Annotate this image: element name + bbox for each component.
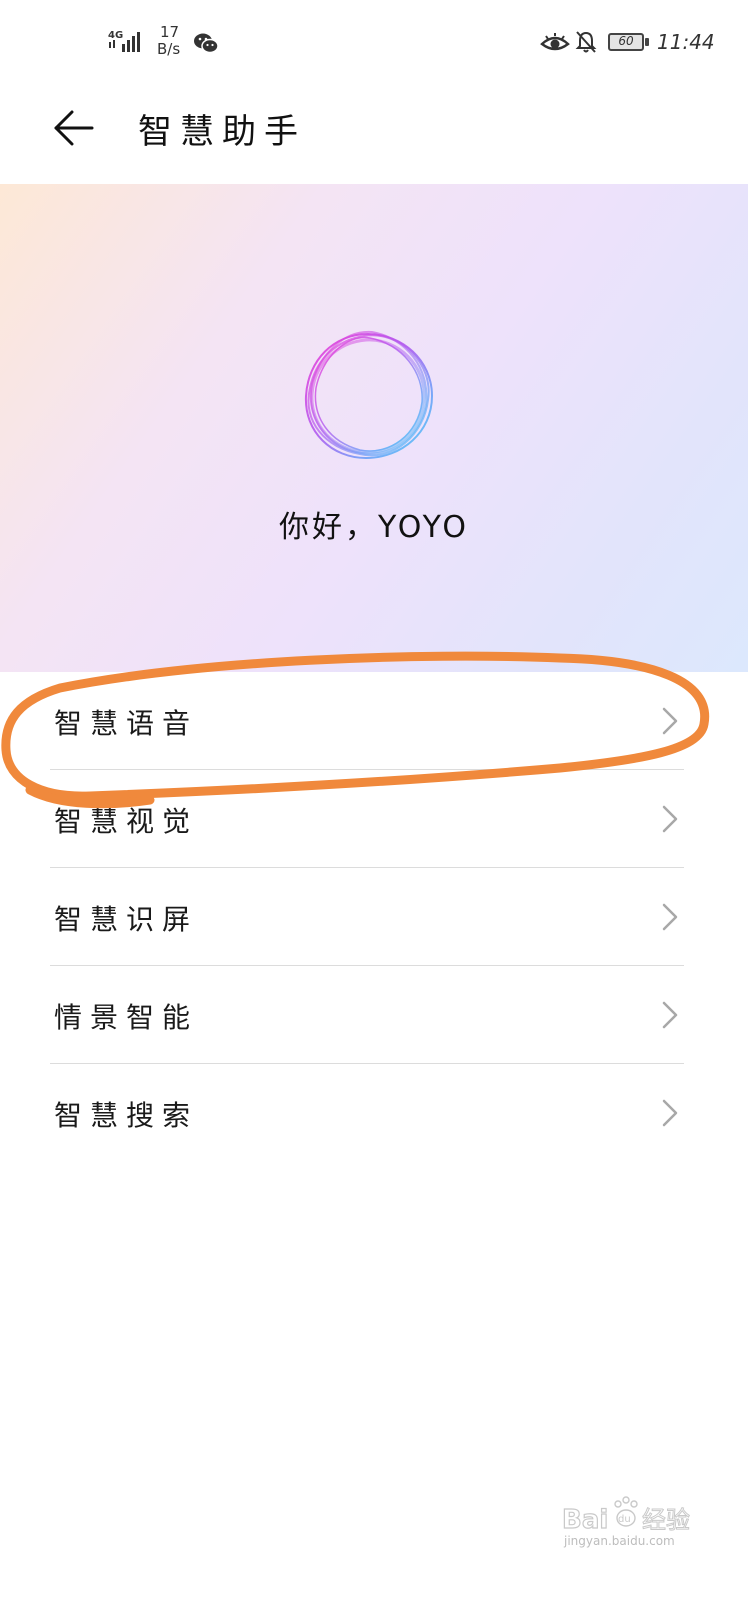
battery-icon: 60 xyxy=(608,33,652,53)
wechat-icon xyxy=(194,33,219,54)
menu-item-label: 智慧视觉 xyxy=(54,805,199,838)
chevron-right-icon xyxy=(662,1099,678,1127)
signal-icon: 4G xyxy=(108,30,140,52)
chevron-right-icon xyxy=(662,707,678,735)
bell-muted-icon xyxy=(575,31,597,53)
menu-item-smart-screen-recognition[interactable]: 智慧识屏 xyxy=(0,868,748,966)
svg-text:经验: 经验 xyxy=(642,1506,690,1534)
menu-item-smart-voice[interactable]: 智慧语音 xyxy=(0,672,748,770)
menu-item-label: 智慧语音 xyxy=(54,707,199,740)
network-speed: 17 B/s xyxy=(157,23,181,58)
status-bar: 4G 17 B/s 60 11:44 xyxy=(0,0,748,84)
back-arrow-icon xyxy=(54,110,94,146)
chevron-right-icon xyxy=(662,1001,678,1029)
assistant-hero-banner: 你好，YOYO xyxy=(0,184,748,672)
svg-text:4G: 4G xyxy=(108,30,123,41)
menu-item-label: 情景智能 xyxy=(54,1001,199,1034)
menu-item-smart-vision[interactable]: 智慧视觉 xyxy=(0,770,748,868)
menu-item-label: 智慧搜索 xyxy=(54,1099,199,1132)
svg-text:du: du xyxy=(618,1514,631,1525)
app-header: 智慧助手 xyxy=(0,84,748,184)
watermark-url: jingyan.baidu.com xyxy=(564,1534,675,1548)
chevron-right-icon xyxy=(662,903,678,931)
chevron-right-icon xyxy=(662,805,678,833)
eye-comfort-icon xyxy=(540,33,570,51)
svg-text:Bai: Bai xyxy=(562,1505,608,1535)
page-title: 智慧助手 xyxy=(138,112,306,152)
greeting-text: 你好，YOYO xyxy=(279,510,469,545)
menu-item-scene-intelligence[interactable]: 情景智能 xyxy=(0,966,748,1064)
back-button[interactable] xyxy=(46,104,102,152)
settings-menu: 智慧语音 智慧视觉 智慧识屏 情景智能 智慧搜索 xyxy=(0,672,748,1162)
clock: 11:44 xyxy=(657,30,715,54)
menu-item-smart-search[interactable]: 智慧搜索 xyxy=(0,1064,748,1162)
voice-assistant-orb-icon[interactable] xyxy=(294,322,442,470)
menu-item-label: 智慧识屏 xyxy=(54,903,199,936)
